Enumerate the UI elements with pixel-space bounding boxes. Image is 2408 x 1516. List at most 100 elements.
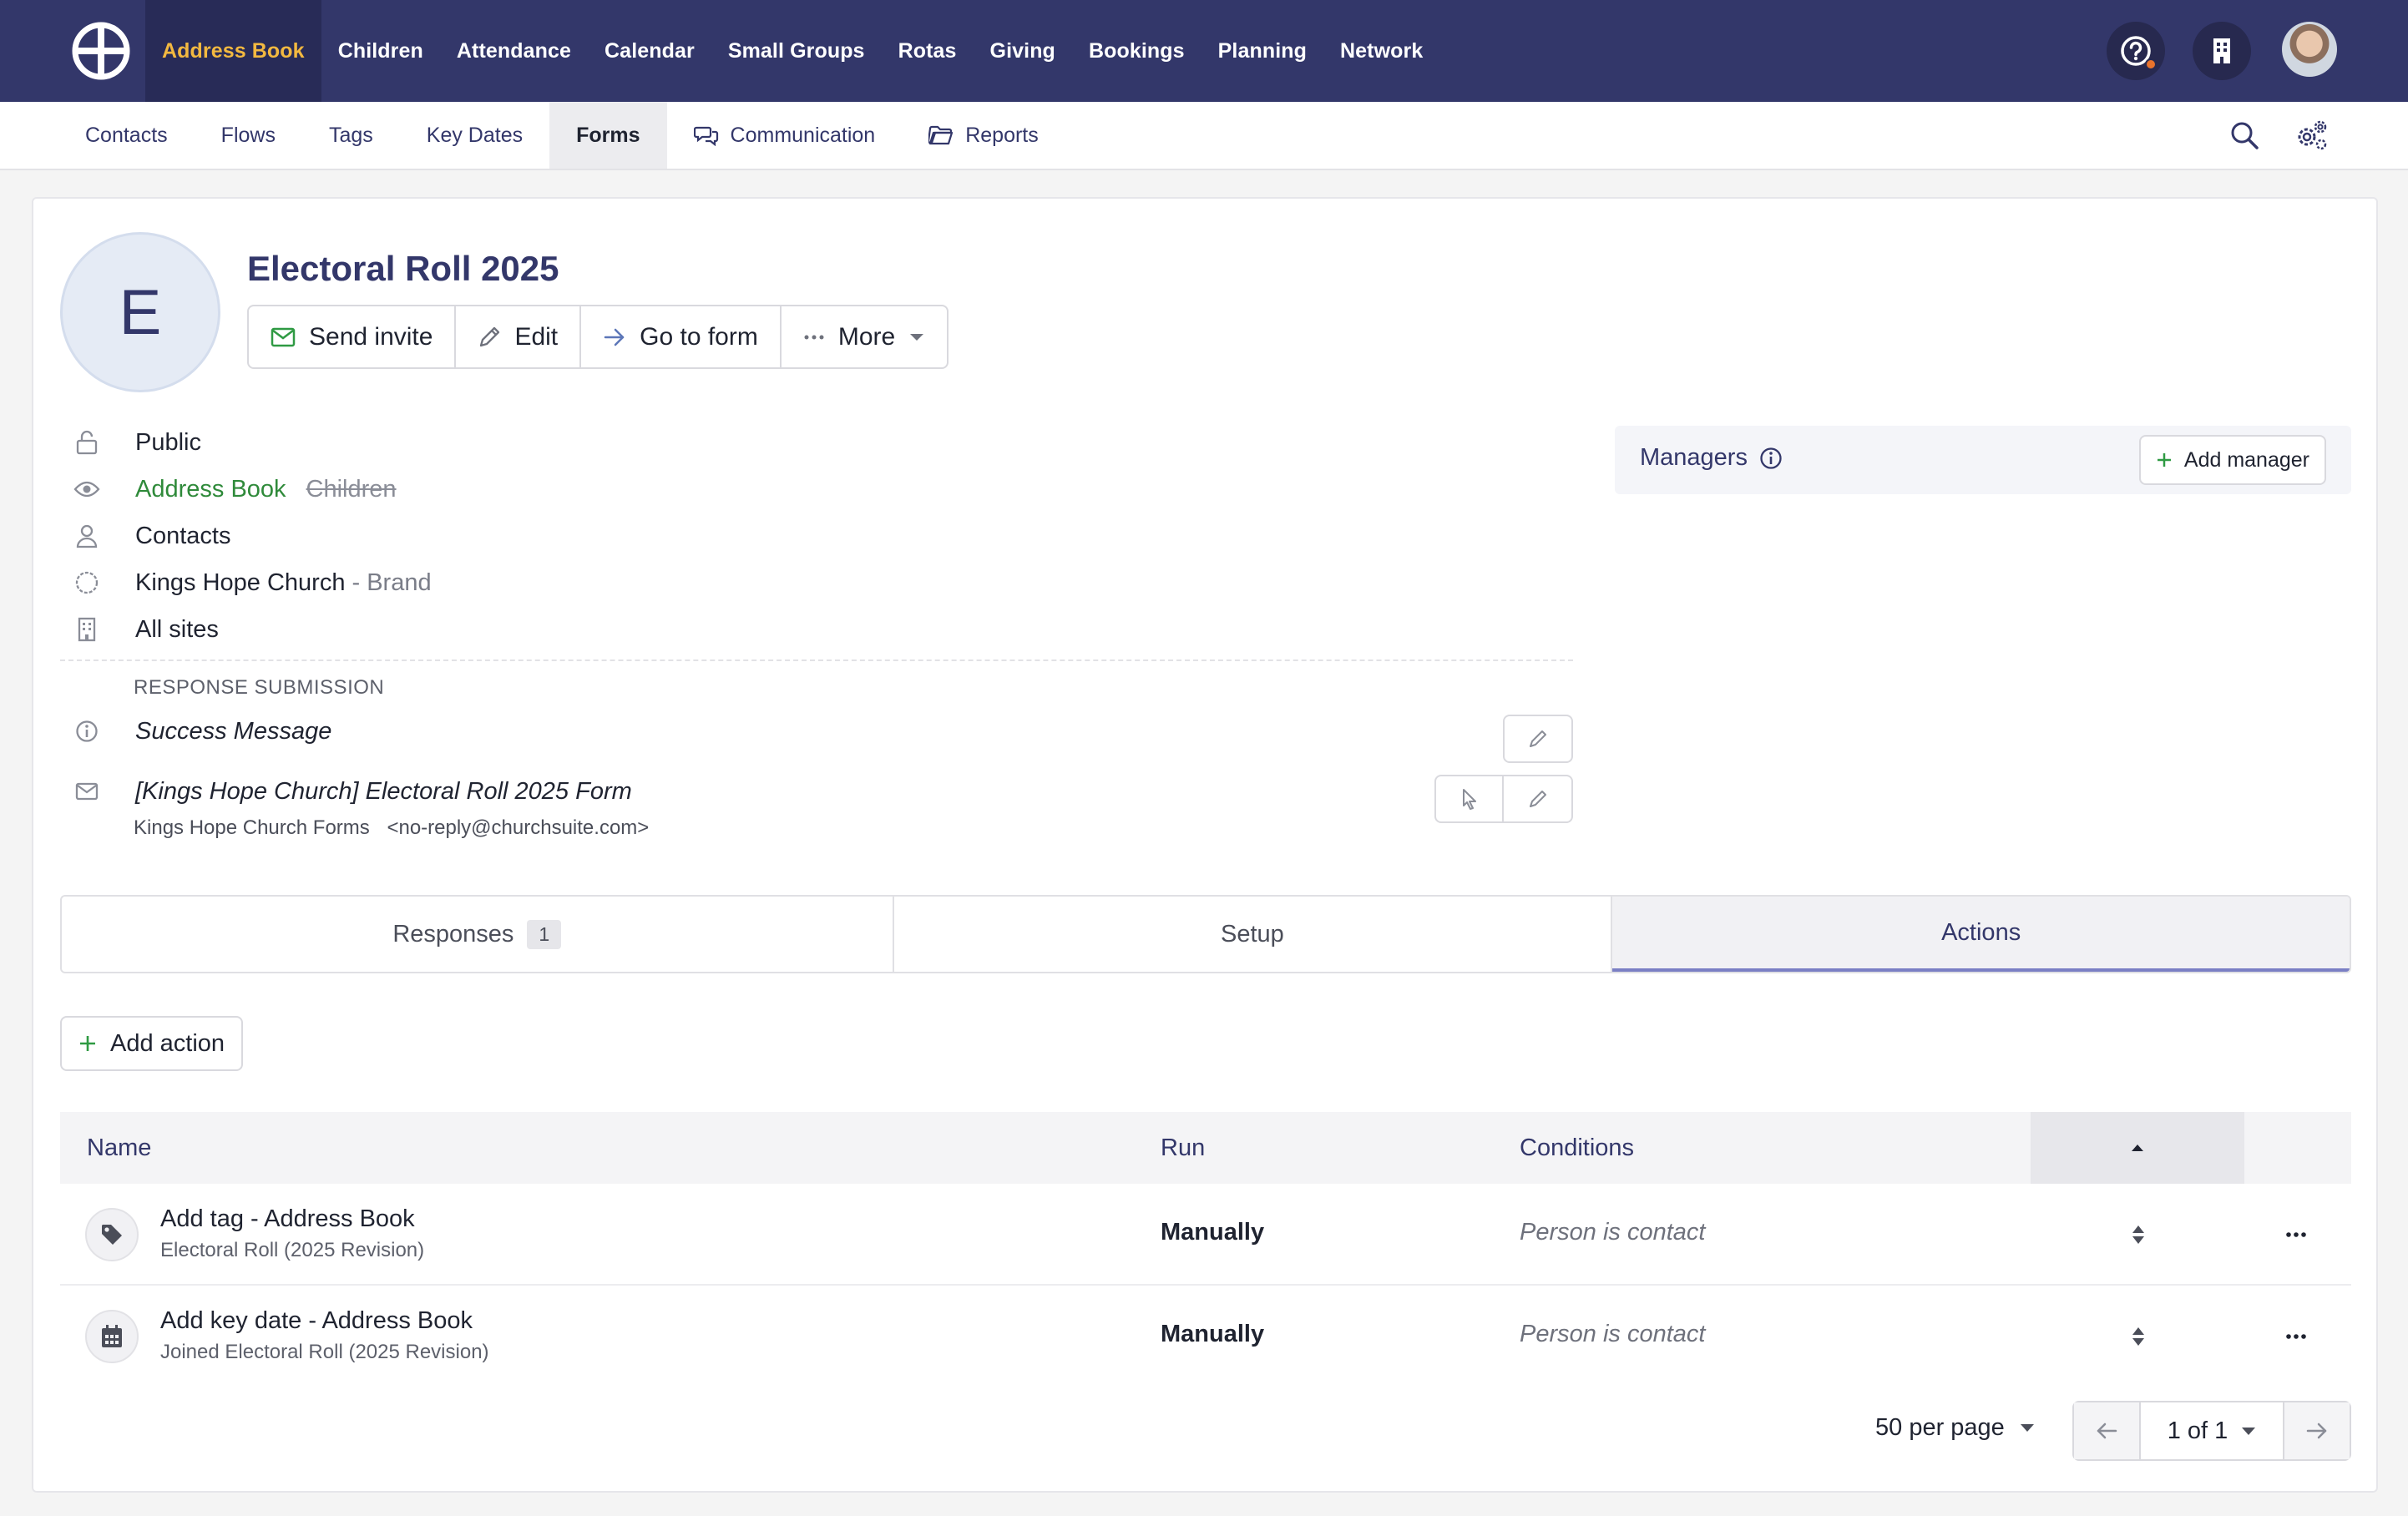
tab-responses[interactable]: Responses 1 bbox=[62, 897, 894, 972]
person-icon bbox=[73, 523, 100, 549]
go-to-form-button[interactable]: Go to form bbox=[581, 306, 782, 367]
building-icon bbox=[2213, 38, 2230, 63]
pencil-icon bbox=[1529, 791, 1546, 807]
email-subject: [Kings Hope Church] Electoral Roll 2025 … bbox=[135, 777, 632, 805]
module-nav: Address Book Children Attendance Calenda… bbox=[145, 0, 1439, 102]
responses-count-badge: 1 bbox=[527, 919, 562, 949]
tab-setup[interactable]: Setup bbox=[894, 897, 1613, 972]
caret-up-icon bbox=[2132, 1145, 2143, 1151]
churchsuite-logo-icon[interactable] bbox=[72, 22, 130, 80]
brand-suffix: - Brand bbox=[352, 568, 432, 596]
subnav-reports[interactable]: Reports bbox=[902, 102, 1065, 169]
info-icon bbox=[73, 718, 100, 745]
visibility-row: Public bbox=[73, 426, 201, 459]
sender-name: Kings Hope Church Forms bbox=[134, 816, 370, 839]
tab-actions-label: Actions bbox=[1941, 918, 2021, 946]
prev-page-button[interactable] bbox=[2074, 1402, 2141, 1459]
add-manager-label: Add manager bbox=[2183, 447, 2309, 472]
subnav-forms[interactable]: Forms bbox=[549, 102, 667, 169]
subnav-key-dates[interactable]: Key Dates bbox=[400, 102, 549, 169]
brand-badge-icon bbox=[73, 569, 100, 596]
action-name: Add key date - Address Book bbox=[160, 1307, 473, 1334]
row-more-menu-icon[interactable] bbox=[2279, 1220, 2313, 1249]
top-navbar: Address Book Children Attendance Calenda… bbox=[0, 0, 2408, 102]
caret-down-icon bbox=[2020, 1424, 2034, 1432]
tab-setup-label: Setup bbox=[1221, 920, 1284, 948]
brand-row: Kings Hope Church - Brand bbox=[73, 566, 432, 599]
preview-email-button[interactable] bbox=[1436, 776, 1505, 821]
drag-sort-handle-icon[interactable] bbox=[2128, 1322, 2148, 1351]
nav-rotas[interactable]: Rotas bbox=[882, 0, 974, 102]
arrow-right-icon bbox=[2306, 1423, 2327, 1439]
ellipsis-icon bbox=[804, 335, 824, 339]
search-icon[interactable] bbox=[2229, 120, 2259, 150]
nav-children[interactable]: Children bbox=[321, 0, 440, 102]
section-divider bbox=[60, 659, 1573, 661]
audience-value: Contacts bbox=[135, 522, 231, 549]
edit-success-message-button[interactable] bbox=[1503, 715, 1573, 763]
column-run-header[interactable]: Run bbox=[1161, 1112, 1205, 1184]
nav-network[interactable]: Network bbox=[1323, 0, 1439, 102]
action-name: Add tag - Address Book bbox=[160, 1205, 415, 1232]
action-conditions: Person is contact bbox=[1520, 1321, 1706, 1347]
table-row[interactable]: Add tag - Address Book Electoral Roll (2… bbox=[60, 1184, 2351, 1286]
subnav-communication[interactable]: Communication bbox=[667, 102, 903, 169]
caret-down-icon bbox=[2242, 1427, 2256, 1435]
info-icon[interactable] bbox=[1759, 447, 1783, 470]
settings-gear-icon[interactable] bbox=[2294, 119, 2330, 152]
envelope-icon bbox=[271, 327, 296, 346]
sender-email: <no-reply@churchsuite.com> bbox=[387, 816, 650, 839]
nav-calendar[interactable]: Calendar bbox=[588, 0, 711, 102]
nav-small-groups[interactable]: Small Groups bbox=[711, 0, 882, 102]
page-title: Electoral Roll 2025 bbox=[247, 249, 559, 288]
drag-sort-handle-icon[interactable] bbox=[2128, 1220, 2148, 1249]
nav-attendance[interactable]: Attendance bbox=[440, 0, 588, 102]
tag-icon bbox=[85, 1208, 139, 1261]
user-avatar[interactable] bbox=[2282, 22, 2337, 77]
form-tabs: Responses 1 Setup Actions bbox=[60, 895, 2351, 973]
add-action-button[interactable]: Add action bbox=[60, 1016, 244, 1071]
nav-planning[interactable]: Planning bbox=[1201, 0, 1323, 102]
column-conditions-header[interactable]: Conditions bbox=[1520, 1112, 1634, 1184]
module-children-disabled: Children bbox=[306, 475, 397, 503]
plus-icon bbox=[80, 1036, 95, 1051]
sort-order-header[interactable] bbox=[2031, 1112, 2244, 1184]
page-select[interactable]: 1 of 1 bbox=[2141, 1402, 2283, 1459]
subnav-flows[interactable]: Flows bbox=[195, 102, 302, 169]
form-initial-avatar: E bbox=[60, 232, 220, 392]
sub-navbar: Contacts Flows Tags Key Dates Forms Comm… bbox=[0, 102, 2408, 170]
help-button[interactable] bbox=[2107, 22, 2165, 80]
pencil-icon bbox=[1530, 730, 1546, 747]
email-sender: Kings Hope Church Forms <no-reply@church… bbox=[134, 816, 649, 840]
more-dropdown-button[interactable]: More bbox=[782, 306, 947, 367]
sites-value: All sites bbox=[135, 615, 219, 643]
pagination: 1 of 1 bbox=[2072, 1401, 2351, 1461]
column-name-header[interactable]: Name bbox=[87, 1112, 151, 1184]
unlock-icon bbox=[73, 429, 100, 456]
managers-panel: Managers Add manager bbox=[1615, 426, 2351, 494]
subnav-reports-label: Reports bbox=[965, 123, 1039, 147]
nav-address-book[interactable]: Address Book bbox=[145, 0, 321, 102]
add-manager-button[interactable]: Add manager bbox=[2138, 435, 2326, 485]
modules-row: Address Book Children bbox=[73, 472, 397, 506]
edit-email-button[interactable] bbox=[1504, 776, 1571, 821]
managers-heading: Managers bbox=[1640, 444, 1783, 472]
envelope-icon bbox=[73, 778, 100, 805]
brand-name: Kings Hope Church bbox=[135, 568, 346, 596]
subnav-contacts[interactable]: Contacts bbox=[58, 102, 195, 169]
edit-button[interactable]: Edit bbox=[456, 306, 582, 367]
email-subject-row: [Kings Hope Church] Electoral Roll 2025 … bbox=[73, 775, 632, 808]
table-row[interactable]: Add key date - Address Book Joined Elect… bbox=[60, 1286, 2351, 1387]
per-page-select[interactable]: 50 per page bbox=[1875, 1414, 2035, 1442]
cursor-icon bbox=[1462, 789, 1476, 810]
action-run: Manually bbox=[1161, 1321, 1265, 1347]
next-page-button[interactable] bbox=[2283, 1402, 2350, 1459]
send-invite-button[interactable]: Send invite bbox=[249, 306, 457, 367]
site-switch-button[interactable] bbox=[2193, 22, 2251, 80]
row-more-menu-icon[interactable] bbox=[2279, 1322, 2313, 1351]
nav-bookings[interactable]: Bookings bbox=[1072, 0, 1201, 102]
tab-actions[interactable]: Actions bbox=[1612, 897, 2350, 972]
table-header: Name Run Conditions bbox=[60, 1112, 2351, 1184]
subnav-tags[interactable]: Tags bbox=[302, 102, 400, 169]
nav-giving[interactable]: Giving bbox=[974, 0, 1072, 102]
